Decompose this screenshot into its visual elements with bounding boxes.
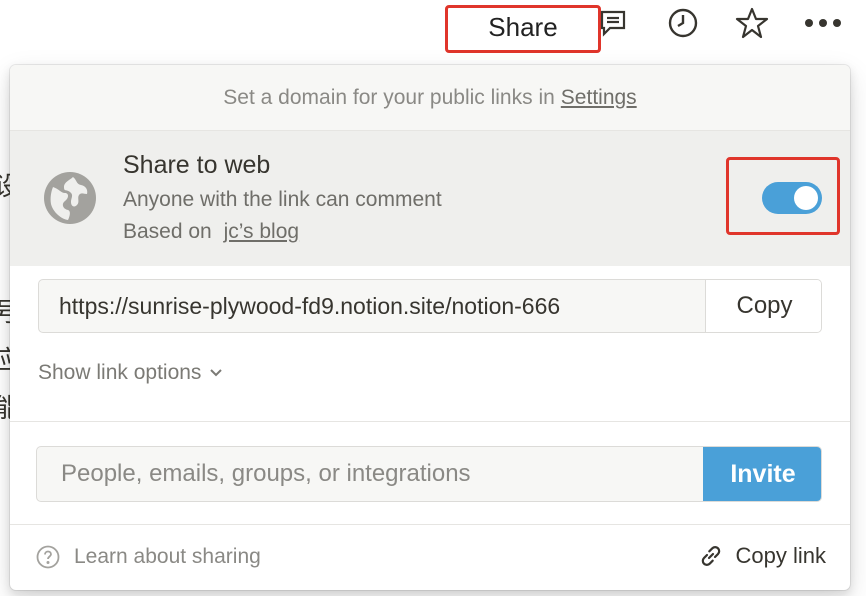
based-on-link[interactable]: jc’s blog	[224, 220, 300, 243]
share-to-web-toggle[interactable]	[762, 182, 822, 214]
based-on-text: Based on jc’s blog	[123, 220, 299, 244]
share-button[interactable]: Share	[445, 5, 601, 53]
copy-link-button[interactable]: Copy link	[698, 543, 826, 569]
share-to-web-title: Share to web	[123, 151, 271, 179]
copy-url-button[interactable]: Copy	[705, 280, 821, 332]
learn-about-sharing-link[interactable]: Learn about sharing	[36, 545, 261, 569]
link-icon	[701, 546, 720, 566]
show-link-options-label: Show link options	[38, 361, 202, 384]
divider	[10, 524, 850, 525]
public-url-text[interactable]: https://sunrise-plywood-fd9.notion.site/…	[59, 293, 703, 320]
invite-button[interactable]: Invite	[703, 447, 821, 501]
domain-notice-text: Set a domain for your public links in	[223, 85, 555, 109]
settings-link[interactable]: Settings	[561, 86, 637, 110]
more-icon[interactable]	[803, 6, 843, 40]
public-url-field: https://sunrise-plywood-fd9.notion.site/…	[38, 279, 822, 333]
top-bar: Share	[0, 0, 866, 53]
learn-about-sharing-label: Learn about sharing	[74, 545, 261, 568]
invite-row: Invite	[36, 446, 822, 502]
toggle-knob	[794, 186, 818, 210]
invite-input[interactable]	[37, 447, 703, 501]
globe-icon	[44, 172, 96, 224]
copy-link-label: Copy link	[735, 543, 826, 568]
domain-notice: Set a domain for your public links in Se…	[10, 65, 850, 131]
based-on-prefix: Based on	[123, 220, 212, 243]
share-popover: Set a domain for your public links in Se…	[10, 65, 850, 590]
comment-icon[interactable]	[596, 6, 630, 40]
share-to-web-subtitle: Anyone with the link can comment	[123, 188, 442, 211]
divider	[10, 421, 850, 422]
star-icon[interactable]	[735, 6, 769, 40]
clock-icon[interactable]	[666, 6, 700, 40]
help-icon	[36, 545, 60, 569]
share-button-label: Share	[488, 12, 558, 42]
chevron-down-icon	[210, 369, 223, 377]
show-link-options[interactable]: Show link options	[38, 361, 223, 385]
share-to-web-row: Share to web Anyone with the link can co…	[10, 131, 850, 266]
